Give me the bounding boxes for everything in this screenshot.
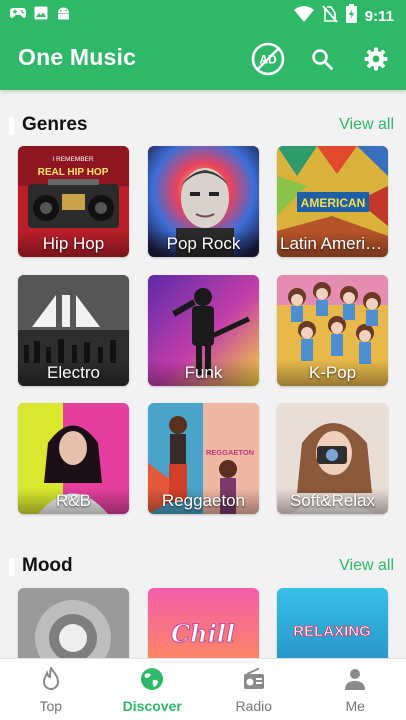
nav-item-radio[interactable]: Radio <box>203 659 305 720</box>
genres-view-all-link[interactable]: View all <box>339 116 394 134</box>
mood-view-all-link[interactable]: View all <box>339 557 394 575</box>
genre-label: K-Pop <box>277 360 388 386</box>
relaxing-artwork: RELAXING <box>277 588 388 658</box>
nav-item-discover[interactable]: Discover <box>102 659 204 720</box>
app-actions: AD <box>250 41 394 77</box>
svg-text:AMERICAN: AMERICAN <box>301 196 366 210</box>
svg-text:RELAXING: RELAXING <box>293 623 371 640</box>
genre-label: Latin Americ... <box>277 231 388 257</box>
section-marker <box>9 558 14 576</box>
app-bar: One Music AD <box>0 28 406 90</box>
genre-label: Pop Rock <box>148 231 259 257</box>
status-left-icons <box>10 6 71 25</box>
svg-text:REGGAETON: REGGAETON <box>206 448 254 457</box>
chill-artwork: Chill <box>148 588 259 658</box>
nav-item-me[interactable]: Me <box>305 659 406 720</box>
genre-tile-soft-relax[interactable]: Soft&Relax <box>277 403 388 514</box>
genre-tile-electro[interactable]: Electro <box>18 275 129 386</box>
battery-charging-icon <box>345 4 357 28</box>
genre-label: Soft&Relax <box>277 488 388 514</box>
no-ads-icon[interactable]: AD <box>250 41 286 77</box>
bottom-nav: Top Discover Radio Me <box>0 658 406 720</box>
genre-label: Reggaeton <box>148 488 259 514</box>
section-marker <box>9 117 14 135</box>
wifi-icon <box>293 5 314 28</box>
radio-icon <box>242 667 266 695</box>
mood-tile-chill[interactable]: Chill <box>148 588 259 658</box>
genre-tile-latin-american[interactable]: AMERICAN Latin Americ... <box>277 146 388 257</box>
genre-tile-r-and-b[interactable]: R&B <box>18 403 129 514</box>
globe-icon <box>140 668 164 695</box>
status-right-icons: 9:11 <box>293 4 394 28</box>
nav-item-top[interactable]: Top <box>0 659 102 720</box>
genres-header: Genres View all <box>0 114 406 138</box>
android-icon <box>56 6 71 25</box>
no-sim-icon <box>322 4 338 28</box>
mood-tile-1[interactable] <box>18 588 129 658</box>
svg-text:Chill: Chill <box>171 619 235 648</box>
nav-label-radio: Radio <box>235 698 273 714</box>
person-icon <box>344 669 366 695</box>
flame-icon <box>40 665 62 695</box>
genre-label: Funk <box>148 360 259 386</box>
mood-1-artwork <box>18 588 129 658</box>
genre-label: Hip Hop <box>18 231 129 257</box>
genre-tile-reggaeton[interactable]: REGGAETON Reggaeton <box>148 403 259 514</box>
mood-tile-relaxing[interactable]: RELAXING <box>277 588 388 658</box>
svg-text:I REMEMBER: I REMEMBER <box>52 156 93 163</box>
svg-text:REAL HIP HOP: REAL HIP HOP <box>38 167 109 178</box>
gamepad-icon <box>10 6 26 25</box>
search-icon[interactable] <box>304 41 340 77</box>
genres-title: Genres <box>22 114 88 135</box>
genre-tile-funk[interactable]: Funk <box>148 275 259 386</box>
gear-icon[interactable] <box>358 41 394 77</box>
genre-tile-k-pop[interactable]: K-Pop <box>277 275 388 386</box>
genre-label: Electro <box>18 360 129 386</box>
app-title: One Music <box>18 44 137 70</box>
genre-label: R&B <box>18 488 129 514</box>
nav-label-top: Top <box>39 698 63 714</box>
image-icon <box>34 6 48 25</box>
genre-tile-hip-hop[interactable]: I REMEMBER REAL HIP HOP Hip Hop <box>18 146 129 257</box>
discover-content[interactable]: Genres View all I REMEMBER REAL HIP HOP … <box>0 90 406 658</box>
mood-header: Mood View all <box>0 555 406 579</box>
mood-title: Mood <box>22 555 73 576</box>
genre-tile-pop-rock[interactable]: Pop Rock <box>148 146 259 257</box>
nav-label-me: Me <box>345 698 365 714</box>
nav-label-discover: Discover <box>122 698 182 714</box>
status-bar: 9:11 <box>0 0 406 28</box>
status-time: 9:11 <box>364 7 394 25</box>
